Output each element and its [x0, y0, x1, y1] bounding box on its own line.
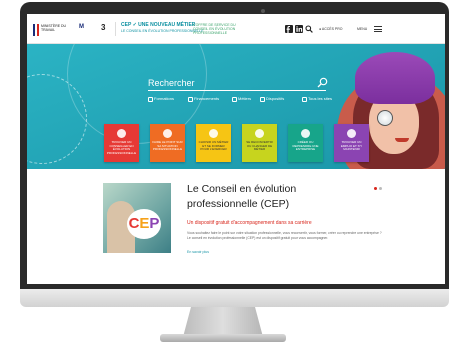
tile-icon [347, 129, 356, 138]
tile-label: CHOISIR UN MÉTIER ET SE FORMER POUR L'EX… [198, 140, 229, 152]
search-icon[interactable] [305, 25, 313, 33]
article-subtitle: Un dispositif gratuit d'accompagnement d… [187, 220, 312, 226]
filter-checkbox[interactable]: Dispositifs [260, 95, 284, 103]
pager-dot-active[interactable] [374, 187, 377, 190]
menu-button[interactable]: MENU [357, 25, 385, 33]
filter-checkbox[interactable]: Financements [188, 95, 219, 103]
facebook-icon[interactable] [285, 25, 293, 33]
filter-checkbox[interactable]: Formations [148, 95, 174, 103]
article-thumbnail[interactable]: CEP [103, 183, 171, 253]
search-filters: Formations Financements Métiers Disposit… [148, 95, 348, 103]
tile-label: TROUVER UN EMPLOI ET S'Y MAINTENIR [340, 140, 363, 152]
header-note: L'OFFRE DE SERVICE DU CONSEIL EN ÉVOLUTI… [193, 23, 236, 35]
search-input[interactable]: Rechercher [148, 78, 195, 88]
featured-article: CEP Le Conseil en évolution professionne… [27, 169, 445, 284]
search-underline [148, 90, 326, 91]
site-tagline: LE CONSEIL EN ÉVOLUTION PROFESSIONNELLE [121, 29, 204, 33]
tile-icon [117, 129, 126, 138]
flag-icon [33, 24, 39, 36]
tile-find-advisor[interactable]: TROUVER UN CONSEILLER EN ÉVOLUTION PROFE… [104, 124, 139, 162]
cep-logo: CEP [127, 209, 161, 239]
tile-label: SE RECONVERTIR OU CHANGER DE MÉTIER [246, 140, 273, 152]
monitor-chin [20, 289, 449, 307]
tile-label: FAIRE LE POINT SUR SA SITUATION PROFESSI… [152, 140, 183, 152]
screen: MINISTÈRE DU TRAVAIL M 3 CEP ✓ UNE NOUVE… [27, 14, 445, 284]
monitor-stand [183, 307, 263, 337]
tile-choose-job[interactable]: CHOISIR UN MÉTIER ET SE FORMER POUR L'EX… [196, 124, 231, 162]
tile-label: TROUVER UN CONSEILLER EN ÉVOLUTION PROFE… [106, 140, 137, 155]
tile-assess-situation[interactable]: FAIRE LE POINT SUR SA SITUATION PROFESSI… [150, 124, 185, 162]
government-logo[interactable]: MINISTÈRE DU TRAVAIL [33, 24, 71, 36]
tile-retrain[interactable]: SE RECONVERTIR OU CHANGER DE MÉTIER [242, 124, 277, 162]
tile-icon [255, 129, 264, 138]
tile-find-job[interactable]: TROUVER UN EMPLOI ET S'Y MAINTENIR [334, 124, 369, 162]
pager-dot[interactable] [379, 187, 382, 190]
tile-icon [163, 129, 172, 138]
site-logo[interactable]: CEP ✓ UNE NOUVEAU MÉTIER LE CONSEIL EN É… [115, 22, 204, 36]
tile-icon [209, 129, 218, 138]
tile-icon [301, 129, 310, 138]
government-logo-text: MINISTÈRE DU TRAVAIL [41, 24, 67, 32]
hamburger-icon [374, 26, 382, 32]
partner-logo[interactable]: M [79, 24, 84, 30]
tile-create-business[interactable]: CRÉER OU REPRENDRE UNE ENTREPRISE [288, 124, 323, 162]
partner-logo-2[interactable]: 3 [101, 23, 105, 32]
read-more-link[interactable]: En savoir plus [187, 250, 209, 254]
hero-banner: Rechercher Formations Financements Métie… [27, 44, 445, 169]
carousel-pager [374, 187, 386, 191]
filter-checkbox[interactable]: Métiers [232, 95, 251, 103]
monitor-mockup: MINISTÈRE DU TRAVAIL M 3 CEP ✓ UNE NOUVE… [0, 0, 449, 354]
menu-label: MENU [357, 27, 368, 31]
camera-icon [261, 9, 265, 13]
tile-label: CRÉER OU REPRENDRE UNE ENTREPRISE [292, 140, 319, 152]
pro-access-button[interactable]: ● ACCÈS PRO [319, 25, 343, 33]
linkedin-icon[interactable] [295, 25, 303, 33]
article-title[interactable]: Le Conseil en évolution professionnelle … [187, 182, 357, 212]
site-header: MINISTÈRE DU TRAVAIL M 3 CEP ✓ UNE NOUVE… [27, 14, 445, 44]
magnifier-icon [377, 110, 393, 126]
site-brand: CEP ✓ UNE NOUVEAU MÉTIER [121, 22, 196, 28]
monitor-base [160, 334, 286, 342]
hat-shape [355, 52, 435, 104]
article-body: Vous souhaitez faire le point sur votre … [187, 231, 382, 240]
